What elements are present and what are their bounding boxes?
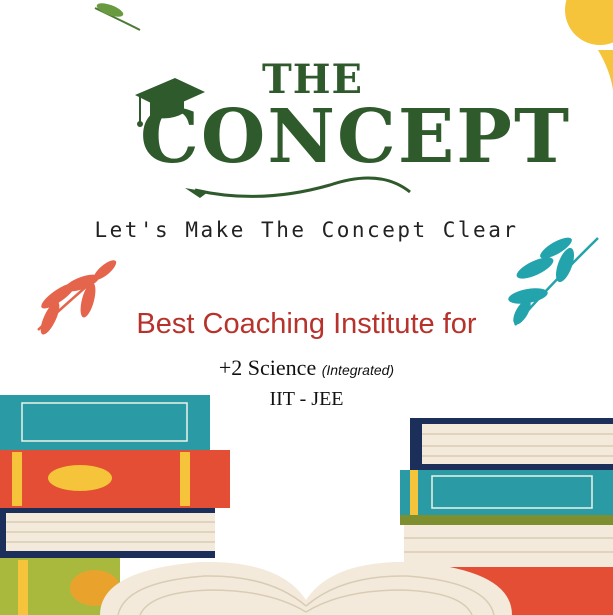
- promo-headline: Best Coaching Institute for: [136, 308, 477, 340]
- course-line-1: +2 Science (Integrated): [0, 355, 613, 381]
- course-line-2: IIT - JEE: [269, 388, 344, 410]
- course-1-note: (Integrated): [321, 362, 395, 378]
- brand-tagline: Let's Make The Concept Clear: [94, 218, 519, 242]
- top-leaf-sprig-icon: [94, 3, 141, 31]
- open-book-icon: [100, 561, 512, 615]
- pen-swash-icon: [185, 176, 411, 198]
- top-right-accent-shape: [565, 0, 613, 45]
- brand-title-large: CONCEPT: [140, 94, 572, 180]
- course-1-label: +2 Science: [218, 355, 317, 380]
